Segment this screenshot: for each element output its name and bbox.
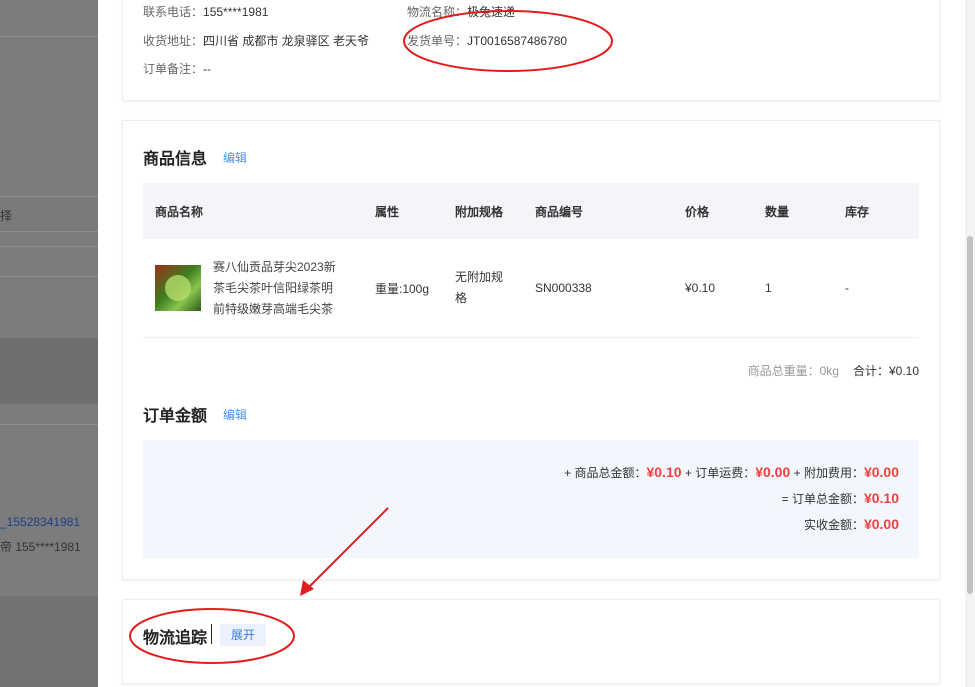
product-cell: 赛八仙贡品芽尖2023新茶毛尖茶叶信阳绿茶明前特级嫩芽高端毛尖茶: [143, 239, 363, 338]
extra-spec-cell: 无附加规格: [443, 239, 523, 338]
sku-cell: SN000338: [523, 239, 673, 338]
column-header: 商品编号: [523, 183, 673, 239]
background-page: 择 _15528341981 帝 155****1981: [0, 0, 100, 687]
goods-edit-link[interactable]: 编辑: [223, 149, 247, 166]
column-header: 商品名称: [143, 183, 363, 239]
order-total-amount: ¥0.10: [863, 490, 899, 506]
phone-value: 155****1981: [203, 5, 269, 19]
background-select-hint: 择: [0, 209, 13, 223]
receiver-info-card: 联系电话：155****1981 物流名称：极兔速递 收货地址：四川省 成都市 …: [122, 0, 940, 101]
goods-subtotal: 合计：¥0.10: [852, 364, 919, 378]
column-header: 库存: [833, 183, 919, 239]
attr-cell: 重量:100g: [363, 239, 443, 338]
logistics-tracking-title: 物流追踪: [143, 630, 208, 647]
amount-section-title: 订单金额: [143, 408, 208, 425]
tracking-number-row: 发货单号：JT0016587486780: [407, 34, 568, 48]
column-header: 数量: [753, 183, 833, 239]
goods-table-header: 商品名称 属性 附加规格 商品编号 价格 数量 库存: [143, 183, 919, 239]
logistics-name-value: 极兔速递: [467, 5, 516, 19]
goods-info-card: 商品信息 编辑 商品名称 属性 附加规格 商品编号 价格 数量 库存 赛八仙贡品…: [122, 120, 940, 580]
goods-amount: ¥0.10: [646, 464, 682, 480]
goods-summary: 商品总重量：0kg 合计：¥0.10: [748, 362, 919, 379]
table-row: 赛八仙贡品芽尖2023新茶毛尖茶叶信阳绿茶明前特级嫩芽高端毛尖茶 重量:100g…: [143, 239, 919, 338]
price-cell: ¥0.10: [673, 239, 753, 338]
background-select: 择: [0, 196, 100, 232]
expand-button[interactable]: 展开: [220, 624, 266, 646]
background-row: [0, 596, 100, 687]
phone-row: 联系电话：155****1981: [143, 5, 269, 19]
received-amount: ¥0.00: [863, 516, 899, 532]
product-thumbnail: [155, 265, 201, 311]
background-user-link: _15528341981: [0, 515, 81, 529]
total-weight: 商品总重量：0kg: [747, 364, 839, 378]
divider: [0, 246, 100, 247]
divider: [0, 36, 100, 37]
column-header: 属性: [363, 183, 443, 239]
address-value: 四川省 成都市 龙泉驿区 老天爷: [203, 34, 370, 48]
product-name: 赛八仙贡品芽尖2023新茶毛尖茶叶信阳绿茶明前特级嫩芽高端毛尖茶: [213, 259, 336, 316]
logistics-tracking-card: 物流追踪 展开: [122, 599, 940, 684]
background-phone: 帝 155****1981: [0, 540, 81, 554]
goods-section-title: 商品信息: [143, 151, 208, 168]
tracking-number-value: JT0016587486780: [467, 34, 568, 48]
stock-cell: -: [833, 239, 919, 338]
remark-value: --: [203, 62, 212, 76]
amount-edit-link[interactable]: 编辑: [223, 406, 247, 423]
remark-row: 订单备注：--: [143, 62, 212, 76]
goods-table: 商品名称 属性 附加规格 商品编号 价格 数量 库存 赛八仙贡品芽尖2023新茶…: [143, 183, 919, 338]
text-cursor: [211, 624, 212, 644]
order-detail-drawer: 联系电话：155****1981 物流名称：极兔速递 收货地址：四川省 成都市 …: [98, 0, 975, 687]
amount-line-goods: + 商品总金额：¥0.10 + 订单运费：¥0.00 + 附加费用：¥0.00: [564, 464, 899, 480]
quantity-cell: 1: [753, 239, 833, 338]
address-row: 收货地址：四川省 成都市 龙泉驿区 老天爷: [143, 34, 370, 48]
amount-summary-box: + 商品总金额：¥0.10 + 订单运费：¥0.00 + 附加费用：¥0.00 …: [143, 440, 919, 558]
amount-line-received: 实收金额：¥0.00: [803, 516, 899, 532]
divider: [0, 424, 100, 425]
amount-line-total: = 订单总金额：¥0.10: [781, 490, 899, 506]
background-row: [0, 338, 100, 404]
column-header: 附加规格: [443, 183, 523, 239]
scrollbar[interactable]: [965, 0, 975, 687]
divider: [0, 276, 100, 277]
extra-fee-amount: ¥0.00: [863, 464, 899, 480]
freight-amount: ¥0.00: [755, 464, 791, 480]
logistics-name-row: 物流名称：极兔速递: [407, 5, 516, 19]
column-header: 价格: [673, 183, 753, 239]
scrollbar-thumb[interactable]: [967, 236, 973, 594]
